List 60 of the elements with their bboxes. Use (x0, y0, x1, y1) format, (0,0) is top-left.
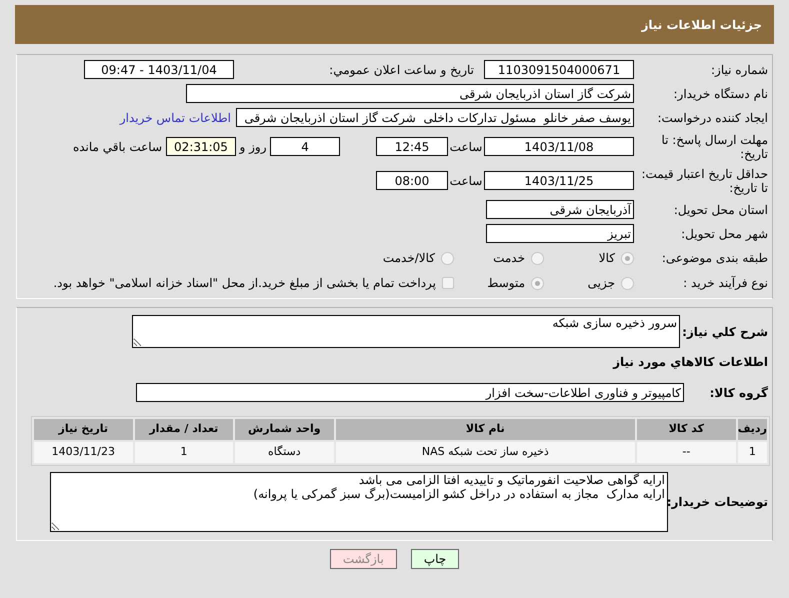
table-cell: ذخیره ساز تحت شبکه NAS (336, 442, 636, 463)
time-label: ساعت (448, 138, 484, 156)
checkbox[interactable] (442, 277, 454, 289)
text-field[interactable]: 1403/11/08 (484, 137, 634, 156)
radio-label: جزیی (588, 275, 615, 292)
field-label: شرح کلي نياز: (682, 325, 769, 339)
buyer-contact-link[interactable]: اطلاعات تماس خریدار (120, 108, 231, 126)
remaining-label: ساعت باقي مانده (72, 138, 162, 156)
column-header: ردیف (738, 419, 767, 440)
page-title: جزئیات اطلاعات نیاز (641, 16, 762, 34)
column-header: تاریخ نیاز (34, 419, 133, 440)
column-header: کد کالا (637, 419, 736, 440)
field-label: نوع فرآیند خرید : (682, 276, 769, 290)
table-cell: -- (637, 442, 736, 463)
field-label: استان محل تحویل: (672, 202, 769, 216)
summary-field[interactable]: سرور ذخیره سازی شبکه (132, 315, 680, 348)
table-cell: 1 (134, 442, 234, 463)
radio-label: متوسط (487, 275, 525, 292)
buyer-notes-field[interactable]: ارایه گواهی صلاحیت انفورماتیک و تاییدیه افتا الزامی می باشد ارایه مدارک مجاز به استفاده در دراخل کشو الزامیست(برگ سبز گمرکی یا پروانه) (50, 472, 668, 532)
column-header: نام کالا (336, 419, 636, 440)
table-cell: دستگاه (235, 442, 334, 463)
text-field[interactable]: 1103091504000671 (484, 60, 634, 79)
payment-option-text: پرداخت تمام یا بخشی از مبلغ خرید.از محل "اسناد خزانه اسلامی" خواهد بود. (53, 275, 436, 292)
field-label: طبقه بندی موضوعی: (660, 251, 769, 265)
text-field[interactable]: 1403/11/25 (484, 171, 634, 190)
table-cell: 1403/11/23 (34, 442, 133, 463)
text-field[interactable]: 1403/11/04 - 09:47 (84, 60, 234, 79)
text-field[interactable]: تبریز (486, 224, 634, 243)
text-field[interactable]: 02:31:05 (166, 137, 236, 156)
field-label: گروه کالا: (710, 386, 769, 400)
time-label: ساعت (448, 172, 484, 190)
column-header: تعداد / مقدار (134, 419, 234, 440)
text-field[interactable]: آذربایجان شرقی (486, 200, 634, 219)
field-label: حداقل تاریخ اعتبار قیمت: تا تاریخ: (640, 166, 769, 194)
field-label: شماره نیاز: (710, 62, 769, 76)
radio-label: کالا (598, 250, 615, 267)
radio-label: کالا/خدمت (382, 250, 435, 267)
field-label: تاریخ و ساعت اعلان عمومي: (328, 62, 475, 76)
field-label: نام دستگاه خریدار: (672, 86, 769, 100)
section-title: اطلاعات کالاهاي مورد نياز (612, 354, 769, 371)
text-field[interactable]: 4 (270, 137, 340, 156)
field-label: مهلت ارسال پاسخ: تا تاریخ: (660, 132, 769, 160)
radio-button[interactable] (441, 252, 454, 264)
radio-button[interactable] (621, 276, 634, 290)
text-field[interactable]: شرکت گاز استان اذربایجان شرقی (186, 84, 634, 103)
radio-label: خدمت (493, 250, 525, 267)
text-field[interactable]: کامپیوتر و فناوری اطلاعات-سخت افزار (136, 383, 684, 402)
print-button[interactable]: چاپ (410, 549, 460, 569)
text-field[interactable]: 12:45 (376, 137, 448, 156)
days-label: روز و (238, 138, 268, 156)
field-label: توضیحات خریدار: (666, 495, 769, 509)
table-cell: 1 (738, 442, 767, 463)
text-field[interactable]: یوسف صفر خانلو مسئول تدارکات داخلی شرکت گاز استان اذربایجان شرقی (236, 108, 634, 127)
radio-button[interactable] (531, 252, 544, 264)
field-label: شهر محل تحویل: (680, 226, 769, 240)
field-label: ایجاد کننده درخواست: (656, 110, 769, 124)
radio-button[interactable] (531, 276, 544, 290)
column-header: واحد شمارش (235, 419, 334, 440)
radio-button[interactable] (621, 252, 634, 264)
text-field[interactable]: 08:00 (376, 171, 448, 190)
